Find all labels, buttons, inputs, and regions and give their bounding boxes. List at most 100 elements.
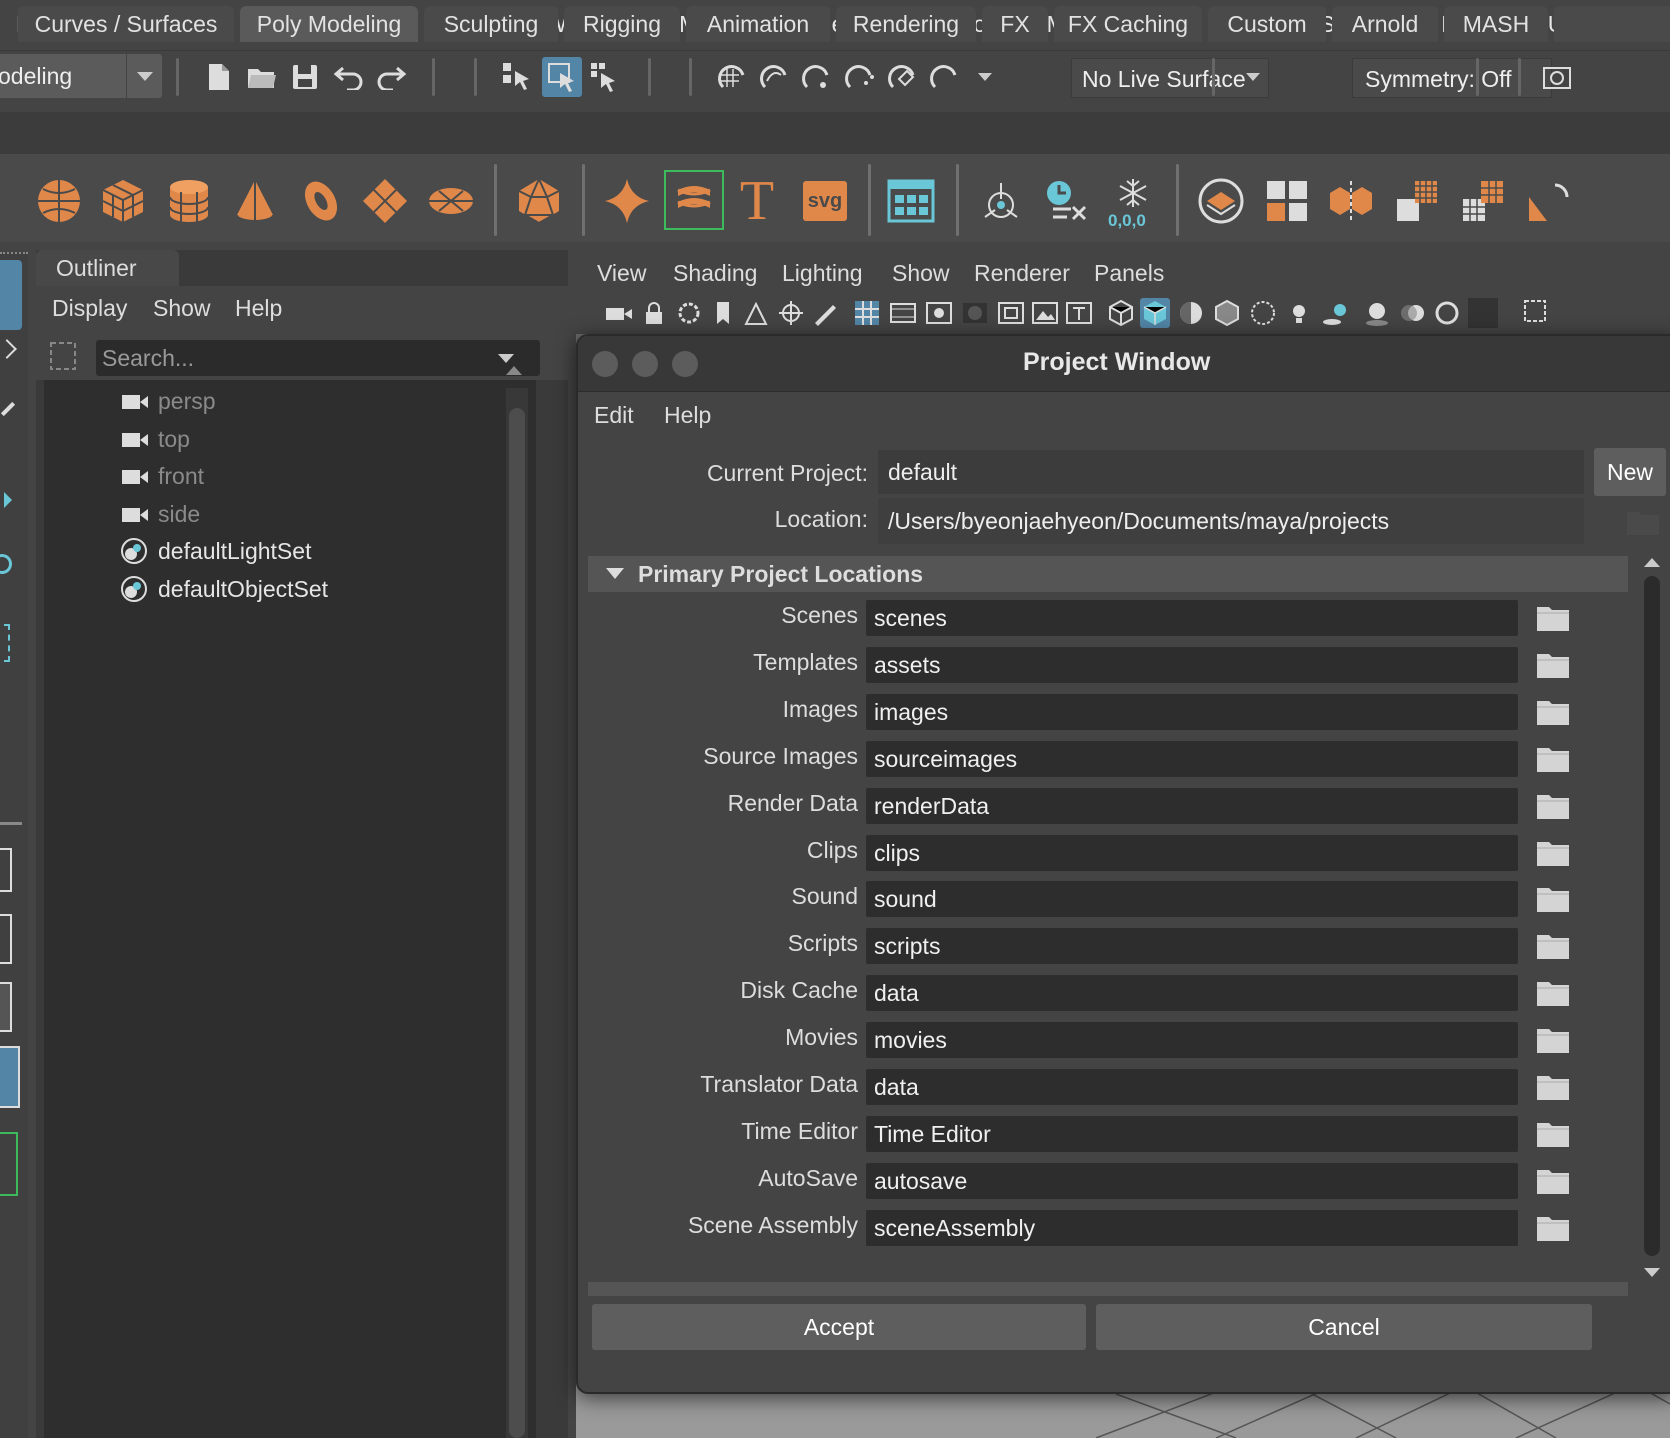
location-row-field[interactable]: Time Editor	[866, 1115, 1518, 1152]
viewport-menu-view[interactable]: View	[597, 260, 646, 287]
tab-animation[interactable]: Animation	[686, 6, 830, 42]
poly-disc-icon[interactable]	[426, 176, 476, 226]
new-project-button[interactable]: New	[1594, 448, 1666, 496]
viewport-menu-shading[interactable]: Shading	[673, 260, 757, 287]
folder-icon[interactable]	[1536, 885, 1570, 913]
pw-menu-help[interactable]: Help	[664, 402, 711, 429]
outliner-menu-show[interactable]: Show	[153, 295, 211, 322]
secondary-locations-header[interactable]	[588, 1282, 1628, 1296]
center-pivot-icon[interactable]	[976, 176, 1026, 226]
field-chart-icon[interactable]	[996, 298, 1026, 328]
viewport-menu-panels[interactable]: Panels	[1094, 260, 1164, 287]
menu-set-dropdown[interactable]: odeling	[0, 54, 162, 98]
poly-sphere-icon[interactable]	[34, 176, 84, 226]
depth-of-field-icon[interactable]	[1468, 298, 1498, 328]
wireframe-icon[interactable]	[1106, 298, 1136, 328]
primary-locations-header[interactable]: Primary Project Locations	[588, 556, 1628, 592]
new-scene-icon[interactable]	[202, 60, 236, 94]
screen-space-ao-icon[interactable]	[1362, 298, 1392, 328]
viewport-menu-renderer[interactable]: Renderer	[974, 260, 1070, 287]
custom-layout-icon[interactable]	[0, 1132, 18, 1196]
lasso-tool-icon[interactable]	[0, 339, 17, 359]
poly-torus-icon[interactable]	[296, 176, 346, 226]
isolate-select-icon[interactable]	[1522, 298, 1552, 328]
folder-icon[interactable]	[1536, 1167, 1570, 1195]
use-all-lights-icon[interactable]	[1284, 298, 1314, 328]
current-project-field[interactable]: default	[878, 450, 1584, 494]
lock-camera-icon[interactable]	[640, 298, 670, 328]
tab-mash[interactable]: MASH	[1444, 6, 1548, 42]
location-row-field[interactable]: sourceimages	[866, 740, 1518, 777]
smooth-shade-icon[interactable]	[1140, 298, 1170, 328]
type-tool-icon[interactable]: T	[732, 170, 782, 232]
platonic-solid-icon[interactable]	[514, 176, 564, 226]
tab-sculpting[interactable]: Sculpting	[424, 6, 558, 42]
folder-icon[interactable]	[1536, 839, 1570, 867]
outliner-item-side[interactable]: side	[44, 495, 524, 533]
folder-icon[interactable]	[1536, 792, 1570, 820]
grease-pencil-icon[interactable]	[810, 298, 840, 328]
minimize-window-button[interactable]	[632, 351, 658, 377]
tab-rendering[interactable]: Rendering	[836, 6, 976, 42]
viewport-menu-lighting[interactable]: Lighting	[782, 260, 863, 287]
outliner-menu-help[interactable]: Help	[235, 295, 282, 322]
image-plane-icon[interactable]	[742, 298, 772, 328]
four-view-layout-icon[interactable]	[0, 914, 12, 964]
tab-custom[interactable]: Custom	[1208, 6, 1326, 42]
location-row-field[interactable]: assets	[866, 646, 1518, 683]
folder-icon[interactable]	[1626, 508, 1660, 536]
make-live-icon[interactable]	[886, 60, 920, 94]
super-shape-icon[interactable]	[602, 176, 652, 226]
texel-density-icon[interactable]	[1458, 176, 1508, 226]
outliner-tab[interactable]: Outliner	[36, 250, 179, 286]
anti-aliasing-icon[interactable]	[1432, 298, 1462, 328]
project-window-scrollbar[interactable]	[1638, 558, 1666, 1278]
unfold-uv-icon[interactable]	[1524, 176, 1574, 226]
uv-tiles-icon[interactable]	[1262, 176, 1312, 226]
outliner-item-persp[interactable]: persp	[44, 382, 524, 420]
safe-title-icon[interactable]	[1064, 298, 1094, 328]
chevron-down-icon[interactable]	[1236, 60, 1270, 94]
undo-icon[interactable]	[332, 60, 366, 94]
outliner-menu-display[interactable]: Display	[52, 295, 127, 322]
location-row-field[interactable]: sound	[866, 881, 1518, 918]
location-row-field[interactable]: scripts	[866, 928, 1518, 965]
snap-to-curve-icon[interactable]	[758, 60, 792, 94]
resolution-gate-icon[interactable]	[924, 298, 954, 328]
folder-icon[interactable]	[1536, 979, 1570, 1007]
open-scene-icon[interactable]	[245, 60, 279, 94]
outliner-item-defaultlightset[interactable]: defaultLightSet	[44, 532, 524, 570]
chevron-down-icon[interactable]	[498, 354, 514, 363]
snap-to-view-plane-icon[interactable]	[843, 60, 877, 94]
bookmark-icon[interactable]	[708, 298, 738, 328]
location-row-field[interactable]: clips	[866, 834, 1518, 871]
save-scene-icon[interactable]	[288, 60, 322, 94]
select-tool-button[interactable]	[0, 260, 22, 330]
chevron-down-icon[interactable]	[968, 60, 1002, 94]
single-perspective-layout-icon[interactable]	[0, 848, 12, 892]
active-layout-icon[interactable]	[0, 1046, 20, 1108]
folder-icon[interactable]	[1536, 1026, 1570, 1054]
poly-plane-icon[interactable]	[360, 176, 410, 226]
location-row-field[interactable]: sceneAssembly	[866, 1209, 1518, 1246]
tab-curves-surfaces[interactable]: Curves / Surfaces	[18, 6, 234, 42]
delete-history-icon[interactable]	[1042, 176, 1092, 226]
rotate-tool-icon[interactable]	[0, 554, 12, 574]
folder-icon[interactable]	[1536, 1120, 1570, 1148]
location-row-field[interactable]: data	[866, 975, 1518, 1012]
location-row-field[interactable]: movies	[866, 1022, 1518, 1059]
snap-to-grid-icon[interactable]	[716, 60, 750, 94]
render-icon[interactable]	[1540, 60, 1574, 94]
outliner-item-top[interactable]: top	[44, 420, 524, 458]
tab-fx-caching[interactable]: FX Caching	[1054, 6, 1202, 42]
folder-icon[interactable]	[1536, 604, 1570, 632]
motion-blur-icon[interactable]	[1398, 298, 1428, 328]
mirror-uv-icon[interactable]	[1326, 176, 1376, 226]
pw-menu-edit[interactable]: Edit	[594, 402, 634, 429]
folder-icon[interactable]	[1536, 745, 1570, 773]
folder-icon[interactable]	[1536, 932, 1570, 960]
zoom-window-button[interactable]	[672, 351, 698, 377]
types-grid-icon[interactable]	[886, 176, 936, 226]
tab-fx[interactable]: FX	[982, 6, 1048, 42]
2d-pan-zoom-icon[interactable]	[776, 298, 806, 328]
